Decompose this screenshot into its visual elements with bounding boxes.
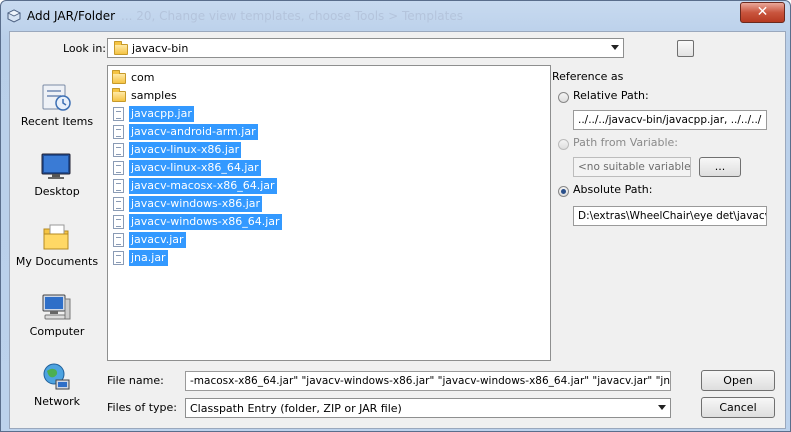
computer-icon (42, 294, 71, 320)
variable-select[interactable]: <no suitable variable> (573, 157, 691, 177)
jar-file-icon (113, 215, 124, 229)
jar-file-icon (113, 233, 124, 247)
place-recent-items[interactable]: Recent Items (13, 81, 101, 143)
filetype-value: Classpath Entry (folder, ZIP or JAR file… (190, 402, 402, 415)
jar-file-icon (113, 125, 124, 139)
places-bar: Recent Items Desktop My Documents Comput… (13, 67, 101, 417)
file-name: javacpp.jar (129, 106, 194, 122)
place-label: Network (34, 395, 80, 408)
relative-path-label: Relative Path: (573, 89, 649, 102)
chevron-down-icon (611, 45, 619, 50)
folder-icon (112, 88, 126, 102)
dialog-content: Look in: javacv-bin Recent Items Desktop… (9, 31, 786, 429)
my-documents-icon (43, 224, 69, 250)
filetype-label: Files of type: (107, 401, 178, 414)
chevron-down-icon (658, 405, 666, 410)
path-from-variable-label: Path from Variable: (573, 136, 678, 149)
file-name: javacv-macosx-x86_64.jar (129, 178, 277, 194)
place-label: Desktop (34, 185, 80, 198)
reference-heading: Reference as (552, 70, 624, 83)
recent-items-icon (42, 84, 71, 111)
place-network[interactable]: Network (13, 361, 101, 423)
filename-input[interactable]: -macosx-x86_64.jar" "javacv-windows-x86.… (185, 371, 671, 391)
cancel-button[interactable]: Cancel (701, 397, 775, 418)
title-bar[interactable]: Add JAR/Folder ... 20, Change view templ… (1, 1, 790, 31)
variable-browse-button[interactable]: ... (699, 157, 741, 177)
file-name: javacv.jar (129, 232, 186, 248)
view-toggle-checkbox[interactable] (677, 40, 694, 57)
path-from-variable-radio[interactable] (558, 139, 569, 150)
place-my-documents[interactable]: My Documents (13, 221, 101, 283)
jar-file-icon (113, 161, 124, 175)
open-button[interactable]: Open (701, 370, 775, 391)
java-app-icon (7, 9, 21, 23)
relative-path-field[interactable]: ../../../javacv-bin/javacpp.jar, ../../.… (573, 110, 767, 130)
place-label: Computer (29, 325, 85, 338)
relative-path-radio[interactable] (558, 92, 569, 103)
absolute-path-radio[interactable] (558, 186, 569, 197)
network-icon (43, 363, 70, 390)
desktop-icon (41, 153, 71, 179)
place-label: My Documents (15, 255, 99, 268)
absolute-path-label: Absolute Path: (573, 183, 653, 196)
dialog-window: Add JAR/Folder ... 20, Change view templ… (0, 0, 791, 432)
jar-file-icon (113, 143, 124, 157)
file-name: jna.jar (129, 250, 168, 266)
jar-file-icon (113, 179, 124, 193)
lookin-label: Look in: (63, 42, 106, 55)
filename-label: File name: (107, 374, 164, 387)
file-name: javacv-windows-x86.jar (129, 196, 263, 212)
jar-file-icon (113, 107, 124, 121)
close-icon: ✕ (756, 4, 769, 20)
lookin-value: javacv-bin (132, 42, 189, 55)
jar-file-icon (113, 251, 124, 265)
close-button[interactable]: ✕ (740, 2, 785, 23)
lookin-select[interactable]: javacv-bin (107, 38, 624, 58)
window-title: Add JAR/Folder (27, 9, 116, 23)
file-name: samples (131, 89, 177, 102)
file-list[interactable]: com samples javacpp.jar javacv-android-a… (107, 65, 551, 361)
file-name: com (131, 71, 155, 84)
folder-icon (114, 41, 128, 55)
place-label: Recent Items (20, 115, 94, 128)
place-desktop[interactable]: Desktop (13, 151, 101, 213)
file-name: javacv-windows-x86_64.jar (129, 214, 282, 230)
absolute-path-field[interactable]: D:\extras\WheelChair\eye det\javacv\ (573, 206, 767, 226)
jar-file-icon (113, 197, 124, 211)
file-name: javacv-linux-x86.jar (129, 142, 242, 158)
title-ghost-text: ... 20, Change view templates, choose To… (121, 9, 463, 23)
filetype-select[interactable]: Classpath Entry (folder, ZIP or JAR file… (185, 398, 671, 418)
file-name: javacv-android-arm.jar (129, 124, 258, 140)
folder-icon (112, 70, 126, 84)
file-name: javacv-linux-x86_64.jar (129, 160, 261, 176)
place-computer[interactable]: Computer (13, 291, 101, 353)
